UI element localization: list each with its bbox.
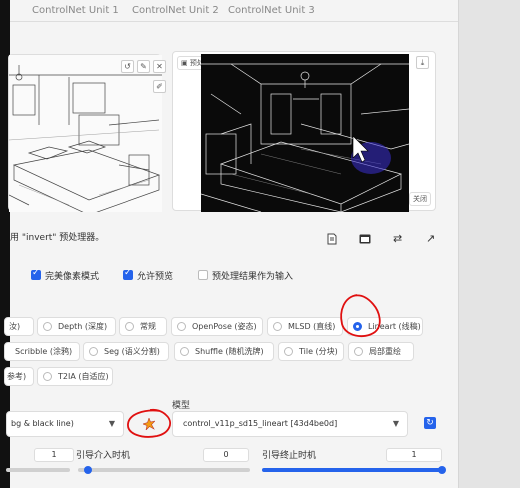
control-type-shuffle[interactable]: Shuffle (随机洗牌): [174, 342, 274, 361]
input-image-box[interactable]: ↺ ✎ ✕ ✐: [8, 54, 166, 216]
tab-unit-3[interactable]: ControlNet Unit 3: [228, 5, 315, 16]
download-icon[interactable]: ⤓: [416, 56, 429, 69]
preprocessor-as-input-checkbox[interactable]: [198, 270, 208, 280]
radio-button-selected[interactable]: [353, 322, 362, 331]
radio-button[interactable]: [284, 347, 293, 356]
control-type-inpaint[interactable]: 局部重绘: [348, 342, 414, 361]
chevron-down-icon: ▼: [108, 419, 115, 428]
control-type-openpose[interactable]: OpenPose (姿态): [171, 317, 263, 336]
radio-button[interactable]: [180, 347, 189, 356]
chevron-down-icon: ▼: [392, 419, 399, 428]
brush-icon[interactable]: ✐: [153, 80, 166, 93]
pixel-perfect-label: 完美像素模式: [45, 272, 100, 282]
control-type-option[interactable]: 汝): [4, 317, 34, 336]
preview-image-box: ▣ 预处理结果预览 ⤓: [172, 51, 436, 212]
radio-button[interactable]: [273, 322, 282, 331]
radio-button[interactable]: [43, 322, 52, 331]
clear-icon[interactable]: ✕: [153, 60, 166, 73]
pixel-perfect-checkbox[interactable]: [31, 268, 41, 280]
explosion-icon[interactable]: [143, 418, 155, 430]
guidance-start-label: 引导介入时机: [76, 451, 131, 461]
radio-button[interactable]: [43, 372, 52, 381]
control-type-reference[interactable]: 参考): [4, 367, 34, 386]
guidance-start-handle[interactable]: [84, 466, 92, 474]
guidance-start-input[interactable]: 0: [203, 448, 249, 462]
allow-preview-checkbox[interactable]: [123, 268, 133, 280]
control-type-seg[interactable]: Seg (语义分割): [83, 342, 169, 361]
radio-button[interactable]: [177, 322, 186, 331]
control-type-scribble[interactable]: Scribble (涂鸦): [4, 342, 80, 361]
preview-lineart-image: [201, 54, 409, 212]
guidance-end-track[interactable]: [262, 468, 442, 472]
model-value: control_v11p_sd15_lineart [43d4be0d]: [183, 419, 338, 428]
close-preview-button[interactable]: 关闭: [409, 192, 431, 206]
control-type-lineart[interactable]: Lineart (线稿): [347, 317, 423, 336]
input-sketch-image: [8, 55, 162, 216]
control-type-depth[interactable]: Depth (深度): [37, 317, 116, 336]
allow-preview-label: 允许预览: [137, 272, 174, 282]
image-icon: ▣: [181, 59, 188, 67]
controlnet-panel: ControlNet Unit 1 ControlNet Unit 2 Cont…: [4, 0, 459, 488]
guidance-end-handle[interactable]: [438, 466, 446, 474]
control-type-normal[interactable]: 常规: [119, 317, 167, 336]
edit-icon[interactable]: ✎: [137, 60, 150, 73]
preprocessor-select[interactable]: bg & black line) ▼: [6, 411, 124, 437]
tab-unit-1[interactable]: ControlNet Unit 1: [32, 5, 119, 16]
preprocessor-notice: 用 "invert" 预处理器。: [10, 233, 105, 243]
guidance-end-input[interactable]: 1: [386, 448, 442, 462]
refresh-icon[interactable]: ↻: [424, 417, 436, 429]
guidance-start-track[interactable]: [78, 468, 250, 472]
arrow-up-right-icon[interactable]: ↗: [426, 232, 435, 245]
preprocessor-value: bg & black line): [11, 419, 74, 428]
control-weight-input[interactable]: 1: [34, 448, 74, 462]
control-type-t2ia[interactable]: T2IA (自适应): [37, 367, 113, 386]
right-gutter: [458, 0, 520, 488]
radio-button[interactable]: [89, 347, 98, 356]
swap-icon[interactable]: ⇄: [393, 232, 402, 245]
radio-button[interactable]: [354, 347, 363, 356]
control-weight-track[interactable]: [6, 468, 70, 472]
control-type-mlsd[interactable]: MLSD (直线): [267, 317, 343, 336]
unit-tabs: ControlNet Unit 1 ControlNet Unit 2 Cont…: [10, 0, 458, 22]
preprocessor-as-input-label: 预处理结果作为输入: [212, 272, 294, 282]
model-select[interactable]: control_v11p_sd15_lineart [43d4be0d] ▼: [172, 411, 408, 437]
undo-icon[interactable]: ↺: [121, 60, 134, 73]
radio-button[interactable]: [125, 322, 134, 331]
tab-unit-2[interactable]: ControlNet Unit 2: [132, 5, 219, 16]
control-type-tile[interactable]: Tile (分块): [278, 342, 344, 361]
guidance-end-label: 引导终止时机: [262, 451, 317, 461]
document-icon[interactable]: [326, 233, 338, 245]
model-label: 模型: [172, 401, 191, 411]
camera-icon[interactable]: [359, 234, 371, 244]
